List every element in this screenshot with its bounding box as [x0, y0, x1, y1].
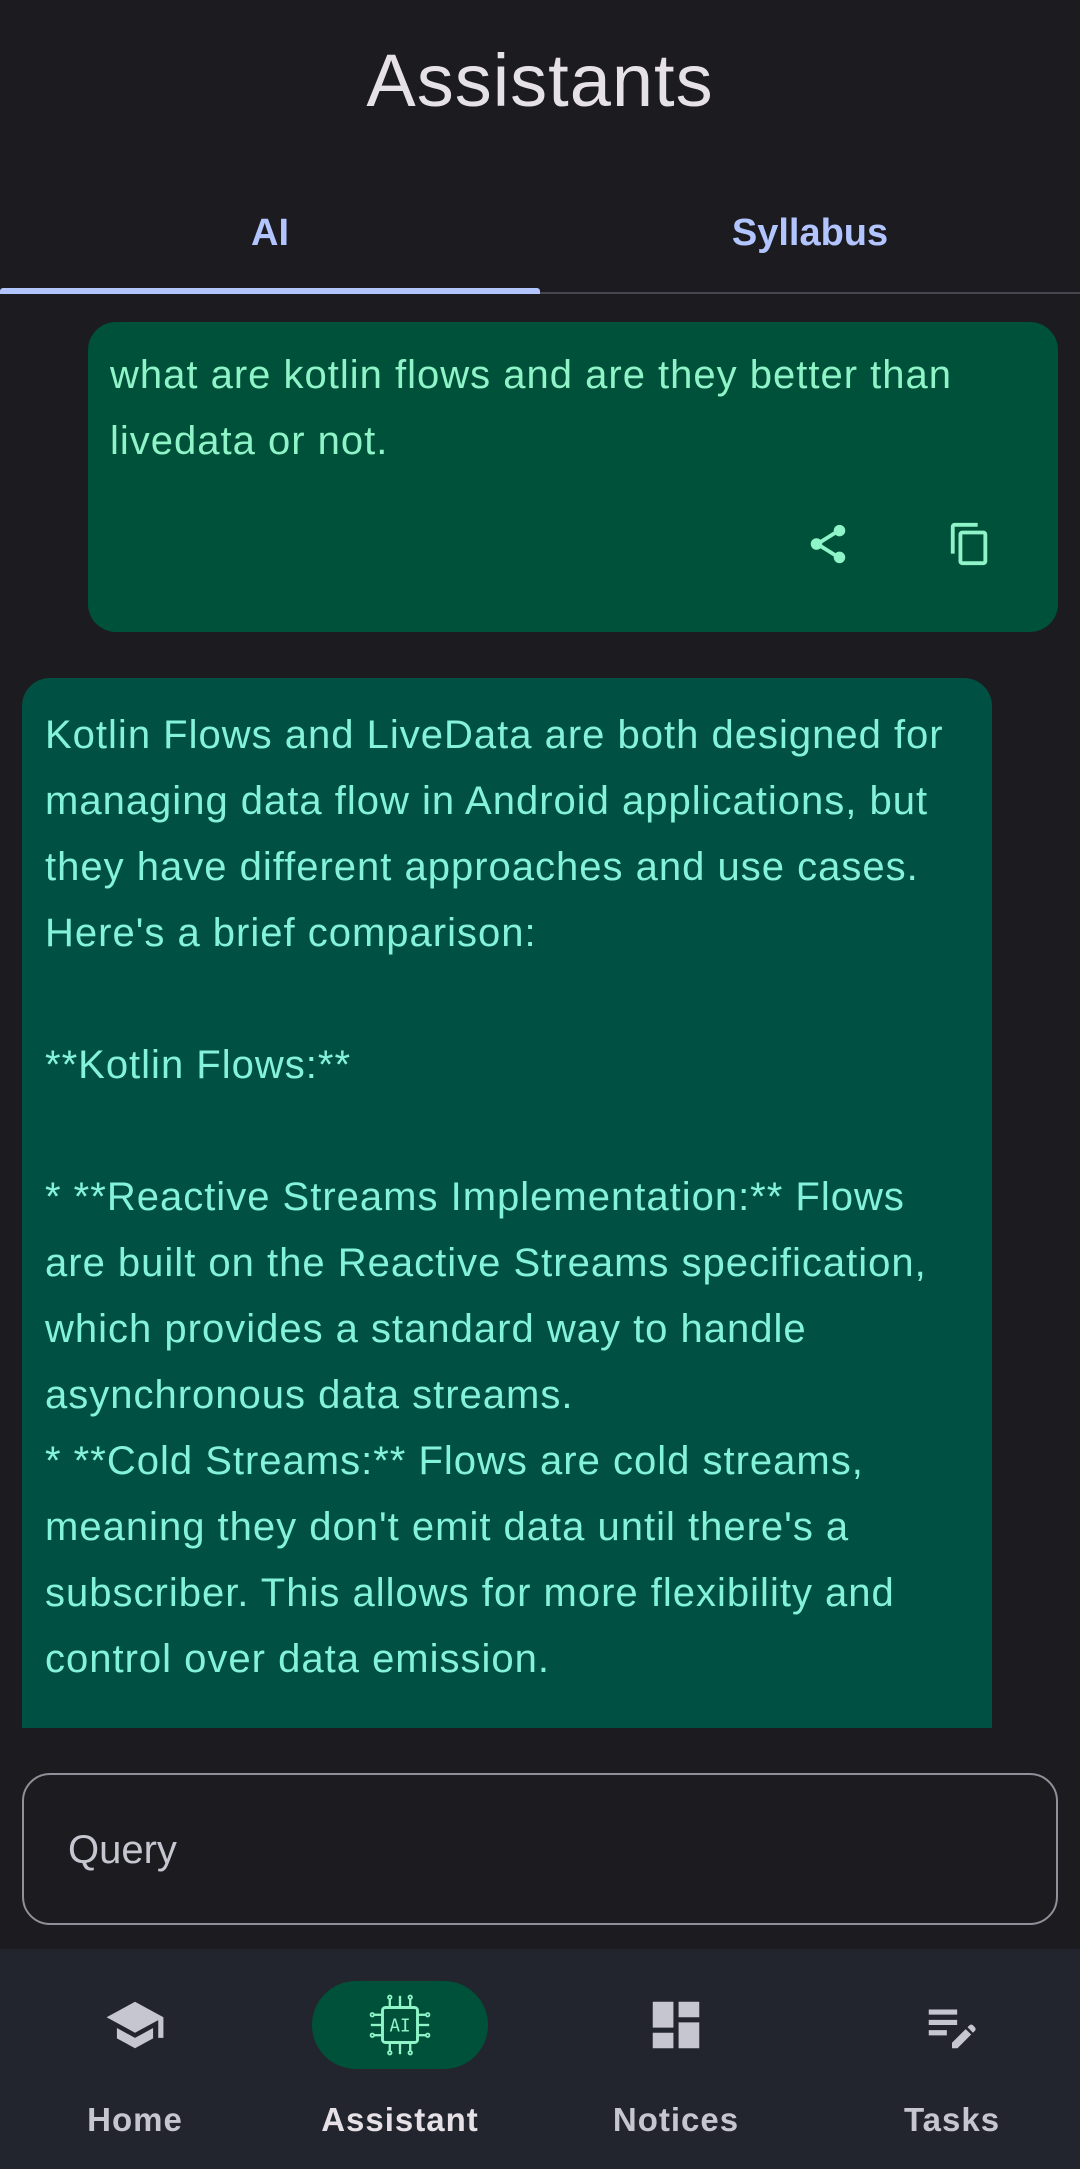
nav-label-notices: Notices	[612, 2101, 740, 2138]
copy-icon	[950, 522, 988, 566]
copy-button[interactable]	[930, 504, 1010, 584]
nav-label-assistant: Assistant	[321, 2101, 479, 2138]
nav-label-tasks: Tasks	[903, 2101, 1001, 2138]
tab-ai[interactable]: AI	[0, 196, 540, 296]
tab-syllabus[interactable]: Syllabus	[540, 196, 1080, 296]
query-input[interactable]	[66, 1775, 1010, 1925]
tab-indicator	[0, 288, 540, 294]
nav-item-home[interactable]: Home	[0, 1949, 270, 2169]
nav-item-assistant[interactable]: AI Assistant	[265, 1949, 535, 2169]
nav-label-home: Home	[87, 2101, 183, 2138]
assistant-message-text: Kotlin Flows and LiveData are both desig…	[45, 713, 944, 1681]
nav-item-tasks[interactable]: Tasks	[817, 1949, 1080, 2169]
assistant-message-bubble: Kotlin Flows and LiveData are both desig…	[22, 678, 992, 1728]
user-message-text: what are kotlin flows and are they bette…	[110, 353, 953, 463]
svg-text:AI: AI	[389, 2016, 410, 2036]
ai-chip-icon: AI	[369, 1994, 431, 2056]
bottom-navigation: Home AI Assistant Notices Tasks	[0, 1949, 1080, 2169]
school-icon	[106, 2001, 164, 2049]
share-icon	[810, 524, 846, 564]
nav-item-notices[interactable]: Notices	[541, 1949, 811, 2169]
share-button[interactable]	[788, 504, 868, 584]
query-field[interactable]	[22, 1773, 1058, 1925]
dashboard-icon	[652, 2001, 700, 2049]
user-message-bubble: what are kotlin flows and are they bette…	[88, 322, 1058, 632]
edit-note-icon	[928, 2009, 976, 2049]
page-title: Assistants	[366, 39, 714, 122]
tab-bar: AI Syllabus	[0, 196, 1080, 296]
